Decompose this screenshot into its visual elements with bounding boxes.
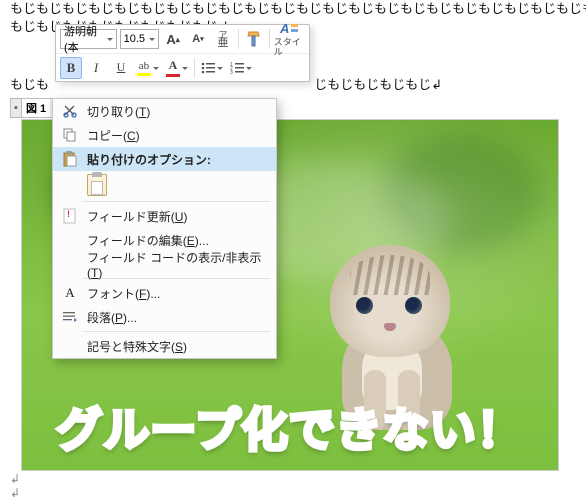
label: フィールド コードの表示/非表示(T) bbox=[87, 249, 266, 280]
font-name-value: 游明朝 (本 bbox=[64, 23, 105, 55]
label: フィールドの編集(E)... bbox=[87, 232, 266, 249]
text-run: じもじもじもじもじ↲ bbox=[314, 77, 442, 92]
font-size-value: 10.5 bbox=[124, 33, 145, 45]
style-icon: A bbox=[279, 21, 299, 35]
text-line: もじもじもじもじもじもじもじもじもじもじもじもじもじもじもじもじもじもじもじもじ… bbox=[0, 0, 586, 18]
separator bbox=[194, 58, 195, 78]
separator bbox=[83, 331, 270, 332]
label: 段落(P)... bbox=[87, 309, 266, 326]
ctx-paste-option-keep-text[interactable] bbox=[53, 171, 276, 199]
bold-button[interactable]: B bbox=[60, 57, 82, 79]
brush-icon bbox=[246, 30, 262, 48]
font-name-combo[interactable]: 游明朝 (本 bbox=[60, 29, 117, 49]
svg-text:!: ! bbox=[67, 209, 70, 219]
styles-button[interactable]: A スタイル bbox=[274, 21, 305, 57]
ctx-font[interactable]: A フォント(F)... bbox=[53, 281, 276, 305]
phonetic-guide-button[interactable]: ア 亜 bbox=[212, 28, 234, 50]
clipboard-icon bbox=[59, 150, 81, 168]
decrease-font-button[interactable]: A▾ bbox=[187, 28, 209, 50]
highlight-color-button[interactable]: ab bbox=[135, 57, 161, 79]
highlight-swatch bbox=[137, 73, 151, 76]
ctx-symbols[interactable]: 記号と特殊文字(S) bbox=[53, 334, 276, 358]
svg-text:3: 3 bbox=[230, 70, 233, 74]
separator bbox=[238, 29, 239, 49]
underline-button[interactable]: U bbox=[110, 57, 132, 79]
label: 貼り付けのオプション: bbox=[87, 151, 266, 168]
refresh-page-icon: ! bbox=[59, 207, 81, 225]
ctx-update-field[interactable]: ! フィールド更新(U) bbox=[53, 204, 276, 228]
style-label: スタイル bbox=[274, 37, 305, 57]
ctx-paragraph[interactable]: 段落(P)... bbox=[53, 305, 276, 329]
label: フォント(F)... bbox=[87, 285, 266, 302]
copy-icon bbox=[59, 126, 81, 144]
separator bbox=[83, 201, 270, 202]
separator bbox=[269, 29, 270, 49]
ctx-copy[interactable]: コピー(C) bbox=[53, 123, 276, 147]
label: 切り取り(T) bbox=[87, 103, 266, 120]
font-size-combo[interactable]: 10.5 bbox=[120, 29, 159, 49]
blank-icon bbox=[59, 231, 81, 249]
blank-icon bbox=[59, 255, 81, 273]
ruby-icon: ア 亜 bbox=[218, 31, 229, 47]
label: コピー(C) bbox=[87, 127, 266, 144]
font-color-swatch bbox=[166, 74, 180, 77]
paste-keep-text-icon bbox=[87, 174, 107, 196]
increase-font-button[interactable]: A▴ bbox=[162, 28, 184, 50]
italic-button[interactable]: I bbox=[85, 57, 107, 79]
paragraph-marks: ↲↲ bbox=[10, 472, 20, 500]
context-menu: 切り取り(T) コピー(C) 貼り付けのオプション: ! フィールド更新(U) … bbox=[52, 98, 277, 359]
caption-text: 図 1 bbox=[21, 99, 50, 117]
mini-toolbar: 游明朝 (本 10.5 A▴ A▾ ア 亜 A bbox=[55, 24, 310, 82]
text-run: もじも bbox=[10, 77, 49, 92]
scissors-icon bbox=[59, 102, 81, 120]
label: A bbox=[166, 32, 175, 47]
anchor-icon: ▪ bbox=[11, 102, 21, 114]
format-painter-button[interactable] bbox=[243, 28, 265, 50]
paragraph-icon bbox=[59, 308, 81, 326]
svg-text:A: A bbox=[279, 21, 289, 35]
numbered-list-button[interactable]: 123 bbox=[228, 57, 254, 79]
ctx-paste-options-header[interactable]: 貼り付けのオプション: bbox=[53, 147, 276, 171]
font-color-button[interactable]: A bbox=[164, 57, 190, 79]
blank-icon bbox=[59, 337, 81, 355]
font-a-icon: A bbox=[59, 284, 81, 302]
label: 記号と特殊文字(S) bbox=[87, 338, 266, 355]
overlay-warning-text: グループ化できない！ bbox=[22, 394, 558, 460]
bullet-list-button[interactable] bbox=[199, 57, 225, 79]
label: フィールド更新(U) bbox=[87, 208, 266, 225]
ctx-cut[interactable]: 切り取り(T) bbox=[53, 99, 276, 123]
ctx-toggle-field-codes[interactable]: フィールド コードの表示/非表示(T) bbox=[53, 252, 276, 276]
